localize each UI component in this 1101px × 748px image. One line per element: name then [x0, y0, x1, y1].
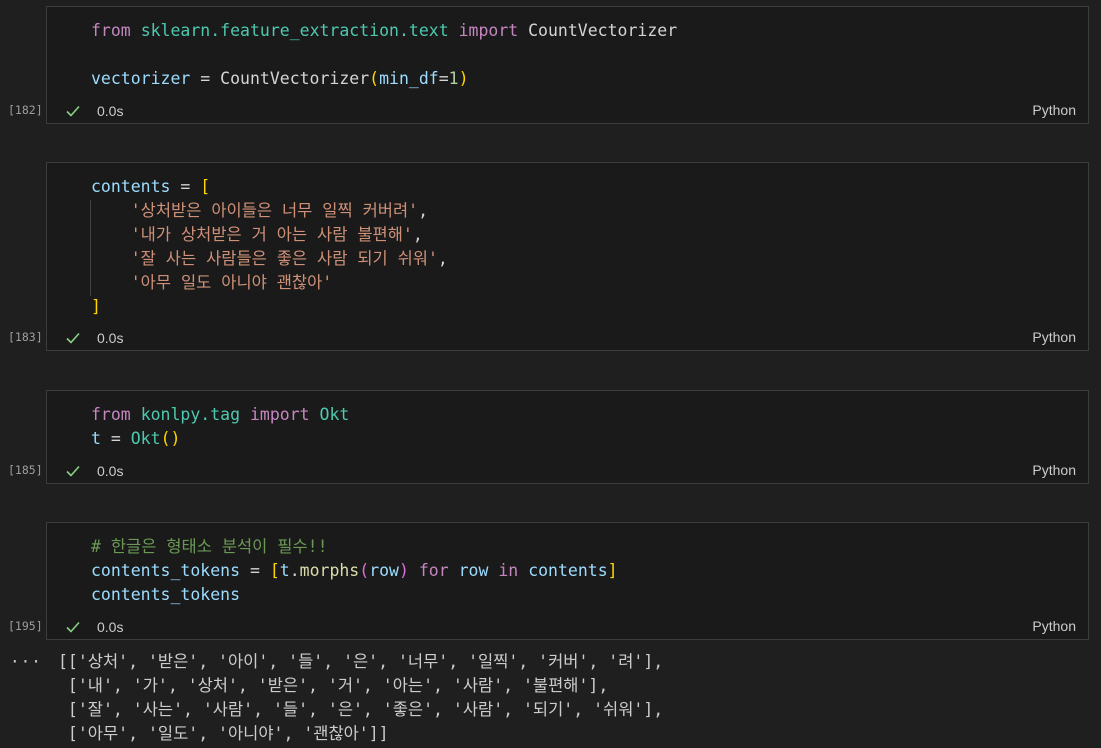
output-line: ['내', '가', '상처', '받은', '거', '아는', '사람', … — [58, 676, 609, 695]
ellipsis-icon[interactable]: ··· — [10, 652, 42, 671]
code-line: from konlpy.tag import Okt — [91, 405, 350, 424]
code-line: # 한글은 형태소 분석이 필수!! — [91, 537, 328, 556]
output-line: ['잘', '사는', '사람', '들', '은', '좋은', '사람', … — [58, 700, 664, 719]
code-editor[interactable]: contents = [ '상처받은 아이들은 너무 일찍 커버려', '내가 … — [91, 175, 1078, 319]
code-line: '상처받은 아이들은 너무 일찍 커버려', — [130, 201, 428, 220]
execution-count: [195] — [8, 619, 43, 633]
kernel-language[interactable]: Python — [1032, 462, 1076, 478]
code-editor[interactable]: # 한글은 형태소 분석이 필수!! contents_tokens = [t.… — [91, 535, 1078, 607]
code-line: contents = [ — [91, 177, 211, 196]
code-line: '내가 상처받은 거 아는 사람 불편해', — [130, 225, 423, 244]
output-line: [['상처', '받은', '아이', '들', '은', '너무', '일찍'… — [58, 652, 664, 671]
check-icon — [66, 332, 80, 344]
code-editor[interactable]: from konlpy.tag import Okt t = Okt() — [91, 403, 1078, 451]
cell-status: 0.0s — [66, 101, 123, 121]
indent-guide — [90, 200, 91, 296]
cell-status: 0.0s — [66, 328, 123, 348]
cell-status: 0.0s — [66, 461, 123, 481]
execution-time: 0.0s — [97, 619, 124, 635]
output-line: ['아무', '일도', '아니야', '괜찮아']] — [58, 724, 389, 743]
code-cell[interactable]: contents = [ '상처받은 아이들은 너무 일찍 커버려', '내가 … — [46, 162, 1089, 351]
code-line: '아무 일도 아니야 괜찮아' — [130, 273, 333, 292]
code-line: from sklearn.feature_extraction.text imp… — [91, 21, 678, 40]
execution-count: [185] — [8, 463, 43, 477]
execution-count: [183] — [8, 330, 43, 344]
code-line: ] — [91, 297, 101, 316]
kernel-language[interactable]: Python — [1032, 102, 1076, 118]
code-cell[interactable]: from sklearn.feature_extraction.text imp… — [46, 6, 1089, 124]
check-icon — [66, 465, 80, 477]
check-icon — [66, 621, 80, 633]
cell-status: 0.0s — [66, 617, 123, 637]
code-line: '잘 사는 사람들은 좋은 사람 되기 쉬워', — [130, 249, 448, 268]
cell-output: [['상처', '받은', '아이', '들', '은', '너무', '일찍'… — [58, 650, 663, 746]
code-editor[interactable]: from sklearn.feature_extraction.text imp… — [91, 19, 1078, 91]
execution-count: [182] — [8, 103, 43, 117]
code-line: contents_tokens = [t.morphs(row) for row… — [91, 561, 618, 580]
code-line: contents_tokens — [91, 585, 241, 604]
code-cell[interactable]: # 한글은 형태소 분석이 필수!! contents_tokens = [t.… — [46, 522, 1089, 640]
execution-time: 0.0s — [97, 103, 124, 119]
code-line: t = Okt() — [91, 429, 181, 448]
execution-time: 0.0s — [97, 330, 124, 346]
code-line: vectorizer = CountVectorizer(min_df=1) — [91, 69, 469, 88]
execution-time: 0.0s — [97, 463, 124, 479]
check-icon — [66, 105, 80, 117]
kernel-language[interactable]: Python — [1032, 618, 1076, 634]
kernel-language[interactable]: Python — [1032, 329, 1076, 345]
code-cell[interactable]: from konlpy.tag import Okt t = Okt() Pyt… — [46, 390, 1089, 484]
